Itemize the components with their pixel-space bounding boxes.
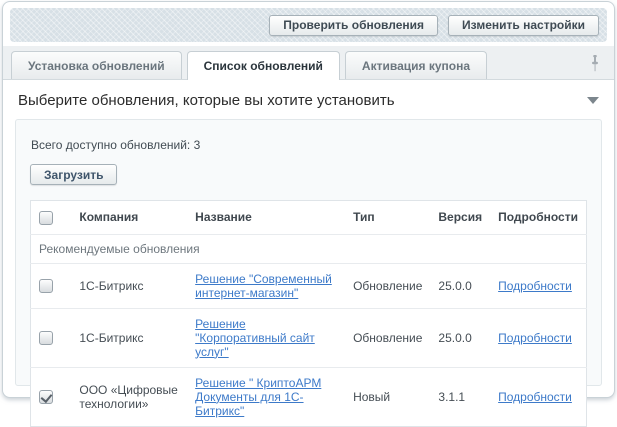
section-heading-row: Выберите обновления, которые вы хотите у…	[15, 81, 602, 119]
tab-content: Выберите обновления, которые вы хотите у…	[3, 81, 614, 427]
details-link[interactable]: Подробности	[498, 331, 572, 345]
update-name-link[interactable]: Решение "Корпоративный сайт услуг"	[195, 317, 315, 359]
column-header-version: Версия	[438, 210, 483, 225]
table-row: ООО «Цифровые технологии» Решение " Крип…	[30, 366, 587, 427]
edit-settings-button[interactable]: Изменить настройки	[448, 14, 599, 36]
table-row: 1С-Битрикс Решение "Современный интернет…	[30, 262, 587, 309]
update-name-link[interactable]: Решение "Современный интернет-магазин"	[195, 272, 332, 300]
update-name-link[interactable]: Решение " КриптоАРМ Документы для 1С-Бит…	[195, 376, 321, 418]
company-cell: 1С-Битрикс	[71, 262, 188, 309]
group-row: Рекомендуемые обновления	[30, 233, 587, 264]
tab-bar: Установка обновлений Список обновлений А…	[3, 46, 614, 80]
top-toolbar: Проверить обновления Изменить настройки	[10, 8, 607, 42]
column-header-details: Подробности	[498, 210, 578, 225]
tab-updates-list[interactable]: Список обновлений	[186, 51, 340, 80]
version-cell: 25.0.0	[430, 262, 491, 309]
column-header-type: Тип	[353, 210, 375, 225]
table-header-row: Компания Название Тип Версия Подробности	[31, 201, 587, 235]
details-link[interactable]: Подробности	[498, 279, 572, 293]
type-cell: Обновление	[345, 262, 431, 309]
updates-panel: Всего доступно обновлений: 3 Загрузить К…	[15, 119, 602, 427]
column-header-name: Название	[195, 210, 252, 225]
company-cell: ООО «Цифровые технологии»	[71, 366, 188, 427]
updates-table-body: Рекомендуемые обновления 1С-Битрикс Реше…	[30, 233, 587, 427]
company-cell: 1С-Битрикс	[71, 307, 188, 368]
section-title: Выберите обновления, которые вы хотите у…	[18, 91, 395, 109]
version-cell: 3.1.1	[430, 366, 491, 427]
available-updates-count: Всего доступно обновлений: 3	[31, 138, 201, 152]
type-cell: Обновление	[345, 307, 431, 368]
updates-table: Компания Название Тип Версия Подробности…	[30, 200, 587, 427]
table-row: 1С-Битрикс Решение "Корпоративный сайт у…	[30, 307, 587, 368]
select-all-checkbox[interactable]	[39, 210, 53, 225]
tab-coupon-activation[interactable]: Активация купона	[344, 51, 488, 79]
type-cell: Новый	[345, 366, 431, 427]
chevron-down-icon[interactable]	[587, 96, 599, 104]
group-label: Рекомендуемые обновления	[30, 233, 587, 264]
row-checkbox[interactable]	[39, 390, 53, 405]
details-link[interactable]: Подробности	[498, 390, 572, 404]
check-updates-button[interactable]: Проверить обновления	[269, 14, 439, 36]
version-cell: 25.0.0	[430, 307, 491, 368]
update-manager-window: Проверить обновления Изменить настройки …	[2, 1, 615, 427]
row-checkbox[interactable]	[39, 331, 53, 346]
pin-icon[interactable]	[590, 55, 600, 77]
row-checkbox[interactable]	[39, 279, 53, 294]
tab-install-updates[interactable]: Установка обновлений	[11, 51, 182, 79]
load-button[interactable]: Загрузить	[30, 164, 118, 185]
column-header-company: Компания	[79, 210, 139, 225]
